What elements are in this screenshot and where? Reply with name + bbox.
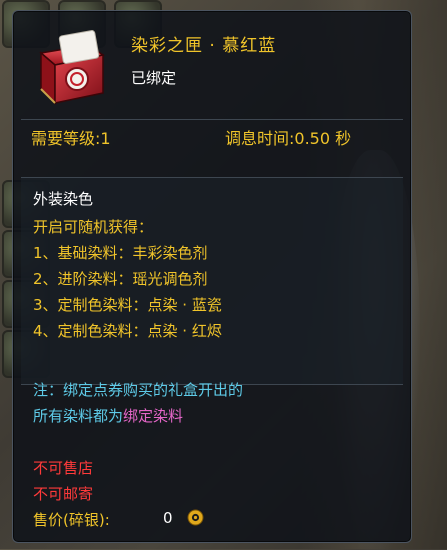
dye-section: 外装染色 开启可随机获得： 1、基础染料：丰彩染色剂 2、进阶染料：瑶光调色剂 … [21,177,403,385]
note-line-2-prefix: 所有染料都为 [33,407,124,425]
no-mail-label: 不可邮寄 [33,485,94,503]
item-name: 染彩之匣 · 慕红蓝 [131,36,277,56]
section-line: 3、定制色染料：点染 · 蓝瓷 [33,296,222,314]
section-line: 1、基础染料：丰彩染色剂 [33,244,208,262]
silver-coin-icon [187,509,204,526]
bound-status: 已绑定 [131,69,177,87]
note-line-1: 注：绑定点券购买的礼盒开出的 [33,381,244,399]
item-tooltip: 染彩之匣 · 慕红蓝 已绑定 需要等级:1 调息时间:0.50 秒 外装染色 开… [12,10,412,543]
cooldown-time: 调息时间:0.50 秒 [225,129,352,148]
note-highlight: 绑定染料 [123,407,184,425]
section-line: 2、进阶染料：瑶光调色剂 [33,270,208,288]
tooltip-header: 染彩之匣 · 慕红蓝 已绑定 [13,11,411,119]
section-title: 外装染色 [33,190,94,208]
divider [21,119,403,120]
price-value: 0 [163,509,173,527]
note-line-2: 所有染料都为绑定染料 [33,405,183,426]
section-line: 开启可随机获得： [33,218,154,236]
section-line: 4、定制色染料：点染 · 红烬 [33,322,222,340]
required-level: 需要等级:1 [31,129,111,148]
price-label: 售价(碎银): [33,511,110,529]
no-sell-label: 不可售店 [33,459,94,477]
red-gift-box-icon [39,30,105,105]
